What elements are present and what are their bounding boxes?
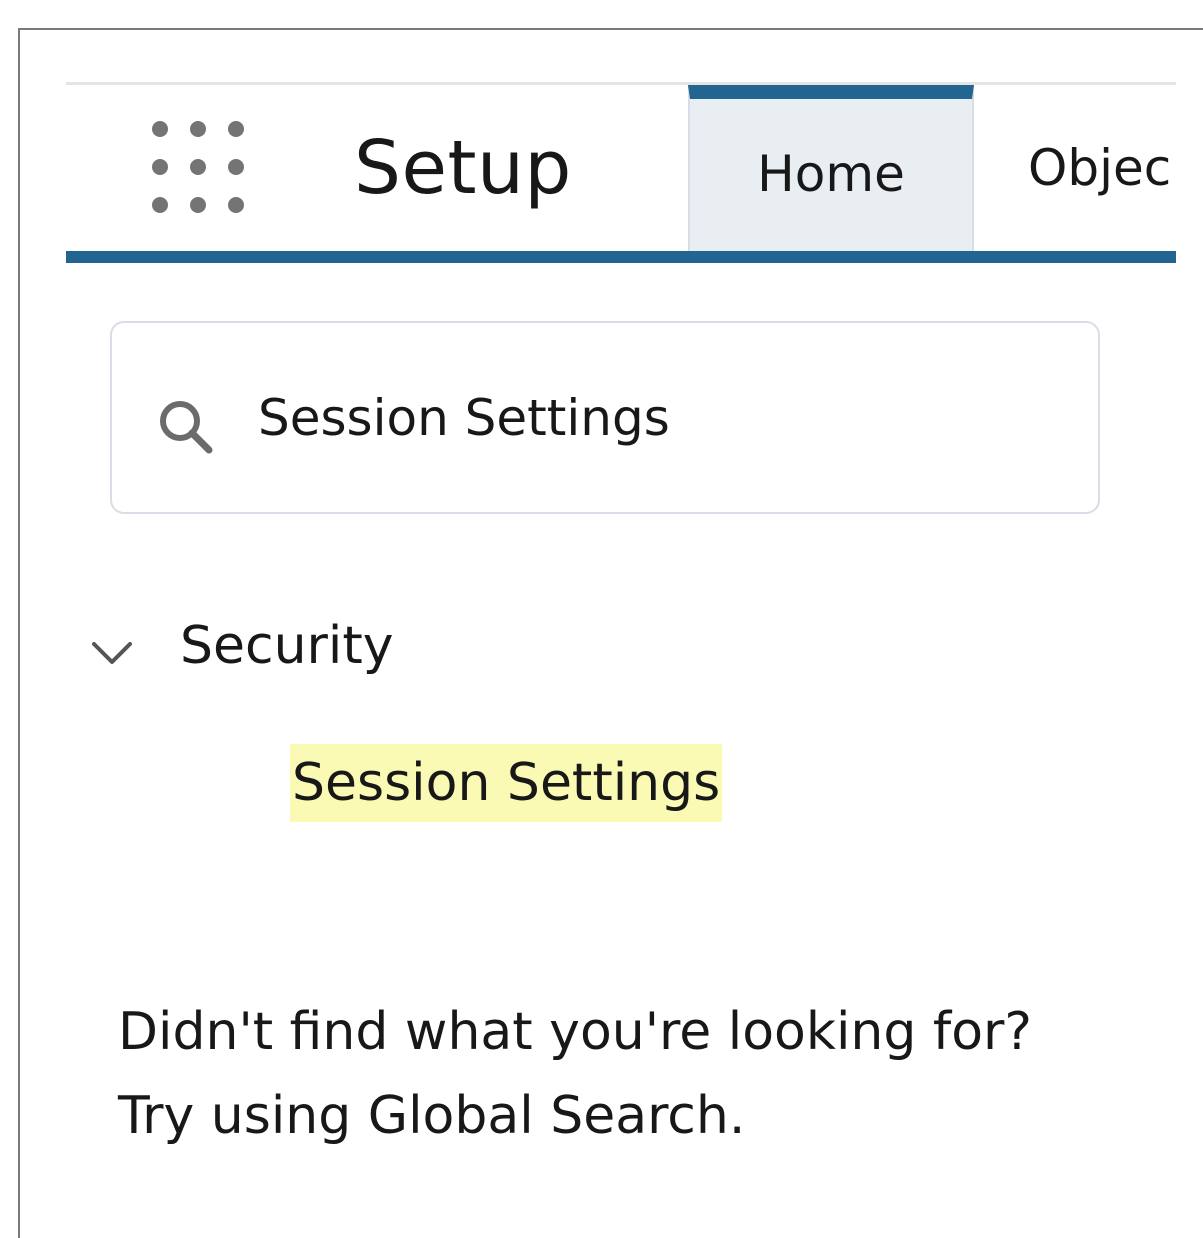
app-name: Setup — [354, 125, 572, 211]
launcher-dot — [228, 197, 244, 213]
quick-find-input[interactable] — [258, 375, 1058, 461]
tab-object-manager[interactable]: Objec — [1028, 85, 1176, 251]
quick-find-box[interactable] — [110, 321, 1100, 514]
launcher-dot — [190, 121, 206, 137]
tree-group-label: Security — [180, 616, 394, 676]
chevron-down-icon[interactable] — [86, 626, 138, 678]
global-search-hint: Didn't find what you're looking for? Try… — [118, 990, 1032, 1158]
tree-item-session-settings[interactable]: Session Settings — [290, 744, 723, 822]
launcher-dot — [228, 121, 244, 137]
launcher-dot — [228, 159, 244, 175]
app-launcher-grid-icon[interactable] — [152, 121, 252, 221]
search-icon — [160, 401, 213, 454]
launcher-dot — [190, 197, 206, 213]
header-underline — [66, 251, 1176, 263]
setup-header: Setup Home Objec — [66, 85, 1176, 251]
tab-home[interactable]: Home — [688, 85, 974, 251]
hint-line-2: Try using Global Search. — [118, 1086, 746, 1146]
launcher-dot — [152, 197, 168, 213]
launcher-dot — [190, 159, 206, 175]
launcher-dot — [152, 121, 168, 137]
hint-line-1: Didn't find what you're looking for? — [118, 1002, 1033, 1062]
launcher-dot — [152, 159, 168, 175]
